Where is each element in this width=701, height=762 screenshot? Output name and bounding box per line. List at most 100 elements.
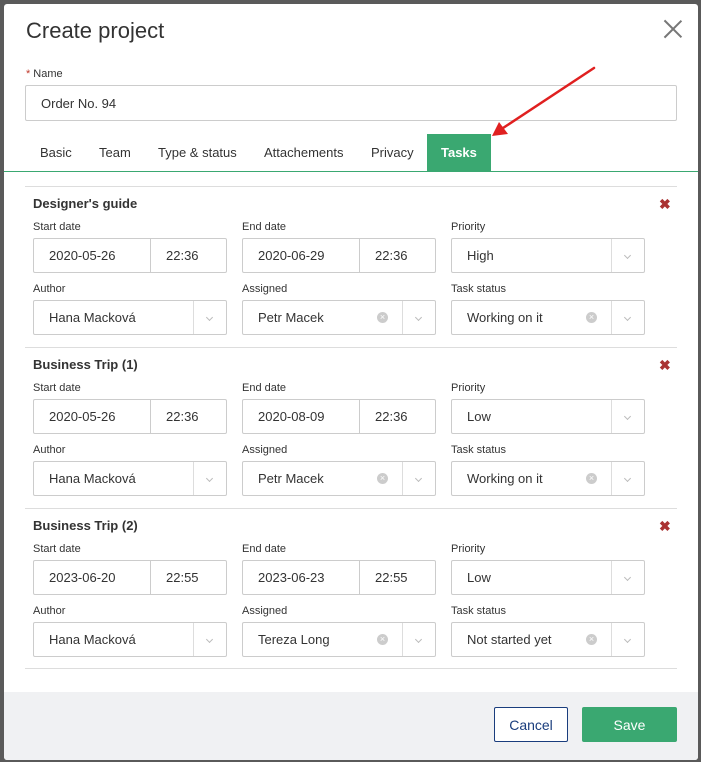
assigned-select[interactable]: Petr Macek × bbox=[242, 461, 436, 496]
tab-type-status[interactable]: Type & status bbox=[158, 134, 237, 171]
tab-basic[interactable]: Basic bbox=[40, 134, 72, 171]
start-date-label: Start date bbox=[33, 382, 81, 394]
start-date-label: Start date bbox=[33, 543, 81, 555]
task-status-value: Working on it bbox=[467, 471, 543, 486]
dialog-title: Create project bbox=[26, 18, 165, 43]
start-date-label: Start date bbox=[33, 221, 81, 233]
start-date-input[interactable]: 2023-06-20 bbox=[34, 561, 151, 594]
end-time-input[interactable]: 22:36 bbox=[360, 400, 408, 433]
select-divider bbox=[193, 301, 194, 334]
end-time-input[interactable]: 22:55 bbox=[360, 561, 408, 594]
task-card: Designer's guide ✖ Start date End date Prior… bbox=[25, 186, 677, 347]
task-status-select[interactable]: Not started yet × bbox=[451, 622, 645, 657]
task-status-label: Task status bbox=[451, 444, 507, 456]
clear-icon[interactable]: × bbox=[586, 312, 597, 323]
priority-select[interactable]: Low bbox=[451, 560, 645, 595]
save-button[interactable]: Save bbox=[582, 707, 677, 742]
task-status-select[interactable]: Working on it × bbox=[451, 300, 645, 335]
author-select[interactable]: Hana Macková bbox=[33, 622, 227, 657]
author-label: Author bbox=[33, 283, 66, 295]
select-divider bbox=[611, 400, 612, 433]
tab-team[interactable]: Team bbox=[99, 134, 131, 171]
end-date-input[interactable]: 2023-06-23 bbox=[243, 561, 360, 594]
assigned-select[interactable]: Petr Macek × bbox=[242, 300, 436, 335]
chevron-down-icon bbox=[205, 474, 214, 483]
priority-value: Low bbox=[467, 570, 491, 585]
task-status-label: Task status bbox=[451, 605, 507, 617]
assigned-label: Assigned bbox=[242, 283, 288, 295]
chevron-down-icon bbox=[205, 635, 214, 644]
select-divider bbox=[402, 462, 403, 495]
chevron-down-icon bbox=[623, 412, 632, 421]
task-status-label: Task status bbox=[451, 283, 507, 295]
clear-icon[interactable]: × bbox=[377, 473, 388, 484]
remove-task-icon[interactable]: ✖ bbox=[659, 518, 671, 535]
clear-icon[interactable]: × bbox=[586, 634, 597, 645]
priority-label: Priority bbox=[451, 543, 486, 555]
end-date-input[interactable]: 2020-06-29 bbox=[243, 239, 360, 272]
chevron-down-icon bbox=[623, 635, 632, 644]
remove-task-icon[interactable]: ✖ bbox=[659, 196, 671, 213]
clear-icon[interactable]: × bbox=[377, 312, 388, 323]
chevron-down-icon bbox=[414, 474, 423, 483]
name-label: * Name bbox=[26, 68, 63, 80]
tab-attachements[interactable]: Attachements bbox=[264, 134, 344, 171]
assigned-label: Assigned bbox=[242, 605, 288, 617]
assigned-label: Assigned bbox=[242, 444, 288, 456]
remove-task-icon[interactable]: ✖ bbox=[659, 357, 671, 374]
author-select[interactable]: Hana Macková bbox=[33, 461, 227, 496]
select-divider bbox=[402, 623, 403, 656]
select-divider bbox=[402, 301, 403, 334]
select-divider bbox=[611, 561, 612, 594]
end-datetime-field: 2020-06-29 22:36 bbox=[242, 238, 436, 273]
end-date-input[interactable]: 2020-08-09 bbox=[243, 400, 360, 433]
start-datetime-field: 2023-06-20 22:55 bbox=[33, 560, 227, 595]
start-datetime-field: 2020-05-26 22:36 bbox=[33, 238, 227, 273]
start-time-input[interactable]: 22:36 bbox=[151, 400, 199, 433]
priority-select[interactable]: High bbox=[451, 238, 645, 273]
chevron-down-icon bbox=[414, 635, 423, 644]
author-value: Hana Macková bbox=[49, 471, 136, 486]
chevron-down-icon bbox=[414, 313, 423, 322]
priority-value: High bbox=[467, 248, 494, 263]
clear-icon[interactable]: × bbox=[586, 473, 597, 484]
chevron-down-icon bbox=[623, 474, 632, 483]
close-icon[interactable] bbox=[662, 18, 684, 40]
assigned-select[interactable]: Tereza Long × bbox=[242, 622, 436, 657]
select-divider bbox=[611, 239, 612, 272]
start-time-input[interactable]: 22:55 bbox=[151, 561, 199, 594]
task-title: Business Trip (2) bbox=[33, 518, 138, 533]
end-time-input[interactable]: 22:36 bbox=[360, 239, 408, 272]
tab-tasks[interactable]: Tasks bbox=[427, 134, 491, 171]
start-time-input[interactable]: 22:36 bbox=[151, 239, 199, 272]
start-date-input[interactable]: 2020-05-26 bbox=[34, 400, 151, 433]
select-divider bbox=[193, 623, 194, 656]
select-divider bbox=[611, 462, 612, 495]
priority-value: Low bbox=[467, 409, 491, 424]
end-date-label: End date bbox=[242, 221, 287, 233]
chevron-down-icon bbox=[623, 573, 632, 582]
priority-select[interactable]: Low bbox=[451, 399, 645, 434]
clear-icon[interactable]: × bbox=[377, 634, 388, 645]
tab-privacy[interactable]: Privacy bbox=[371, 134, 414, 171]
chevron-down-icon bbox=[623, 251, 632, 260]
author-select[interactable]: Hana Macková bbox=[33, 300, 227, 335]
author-label: Author bbox=[33, 605, 66, 617]
end-date-label: End date bbox=[242, 382, 287, 394]
task-card: Business Trip (2) ✖ Start date End date Prio… bbox=[25, 508, 677, 669]
author-label: Author bbox=[33, 444, 66, 456]
start-datetime-field: 2020-05-26 22:36 bbox=[33, 399, 227, 434]
select-divider bbox=[611, 301, 612, 334]
assigned-value: Tereza Long bbox=[258, 632, 330, 647]
author-value: Hana Macková bbox=[49, 632, 136, 647]
task-card: Business Trip (1) ✖ Start date End date Prio… bbox=[25, 347, 677, 508]
task-title: Business Trip (1) bbox=[33, 357, 138, 372]
task-list: Designer's guide ✖ Start date End date Prior… bbox=[25, 186, 677, 669]
cancel-button[interactable]: Cancel bbox=[494, 707, 568, 742]
author-value: Hana Macková bbox=[49, 310, 136, 325]
assigned-value: Petr Macek bbox=[258, 471, 324, 486]
task-status-select[interactable]: Working on it × bbox=[451, 461, 645, 496]
end-datetime-field: 2020-08-09 22:36 bbox=[242, 399, 436, 434]
dialog-footer: Cancel Save bbox=[4, 692, 698, 760]
start-date-input[interactable]: 2020-05-26 bbox=[34, 239, 151, 272]
